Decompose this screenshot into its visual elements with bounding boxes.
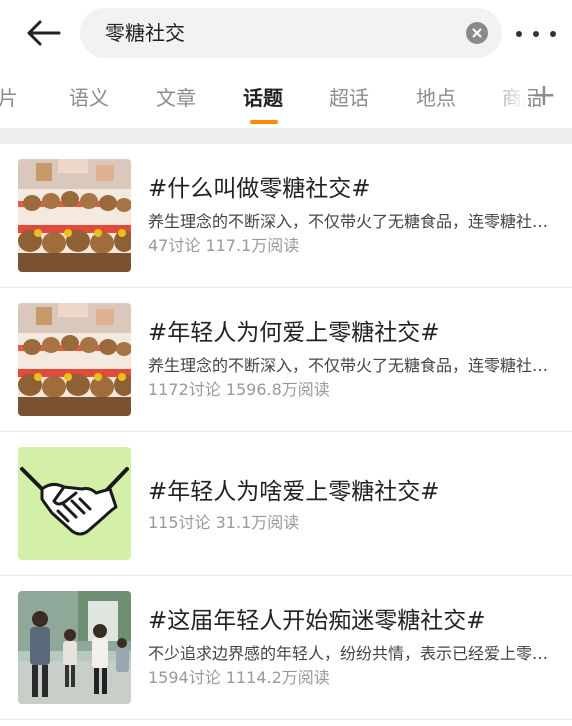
more-button[interactable] [516,24,556,44]
tab-fade-overlay [488,68,528,128]
topic-title: #这届年轻人开始痴迷零糖社交# [148,608,486,634]
search-query-text: 零糖社交 [105,21,185,45]
tab-articles[interactable]: 文章 [156,84,196,112]
handshake-image [18,447,131,560]
topic-stats: 1172讨论 1596.8万阅读 [148,380,330,399]
more-dots-icon [550,31,556,37]
tab-topics[interactable]: 话题 [243,84,283,112]
topic-stats: 1594讨论 1114.2万阅读 [148,668,330,687]
topic-title: #年轻人为何爱上零糖社交# [148,320,440,346]
topic-title: #年轻人为啥爱上零糖社交# [148,479,440,505]
section-divider [0,128,572,144]
topic-item[interactable]: #这届年轻人开始痴迷零糖社交# 不少追求边界感的年轻人，纷纷共情，表示已经爱上零… [0,576,572,720]
topic-item[interactable]: #年轻人为啥爱上零糖社交# 115讨论 31.1万阅读 [0,432,572,576]
back-button[interactable] [22,14,64,52]
tab-places[interactable]: 地点 [416,84,456,112]
tab-super-topics[interactable]: 超话 [329,84,369,112]
more-dots-icon [516,31,522,37]
topic-description: 不少追求边界感的年轻人，纷纷共情，表示已经爱上零糖社交 [148,644,558,663]
topic-thumbnail [18,447,131,560]
search-header: 零糖社交 [0,0,572,68]
plush-toys-image [18,159,131,272]
topic-description: 养生理念的不断深入，不仅带火了无糖食品，连零糖社交也火了 [148,356,558,375]
topic-thumbnail [18,303,131,416]
topic-stats: 115讨论 31.1万阅读 [148,513,300,532]
clear-search-button[interactable] [466,22,488,44]
topic-thumbnail [18,591,131,704]
add-tab-button[interactable]: + [530,80,558,112]
more-dots-icon [533,31,539,37]
topic-thumbnail [18,159,131,272]
clear-circle-icon [472,28,482,38]
topic-description: 养生理念的不断深入，不仅带火了无糖食品，连零糖社交也火了 [148,212,558,231]
people-photo-image [18,591,131,704]
topic-stats: 47讨论 117.1万阅读 [148,236,300,255]
arrow-left-icon [27,20,61,46]
active-tab-indicator [250,120,278,124]
category-tabs: 图片 语义 文章 话题 超话 地点 商品 + [0,68,572,128]
topic-list: #什么叫做零糖社交# 养生理念的不断深入，不仅带火了无糖食品，连零糖社交也火了 … [0,144,572,720]
topic-title: #什么叫做零糖社交# [148,176,371,202]
search-input[interactable]: 零糖社交 [80,8,502,58]
tab-pictures[interactable]: 图片 [0,84,18,112]
topic-item[interactable]: #什么叫做零糖社交# 养生理念的不断深入，不仅带火了无糖食品，连零糖社交也火了 … [0,144,572,288]
tab-semantic[interactable]: 语义 [69,84,109,112]
plush-toys-image [18,303,131,416]
topic-item[interactable]: #年轻人为何爱上零糖社交# 养生理念的不断深入，不仅带火了无糖食品，连零糖社交也… [0,288,572,432]
